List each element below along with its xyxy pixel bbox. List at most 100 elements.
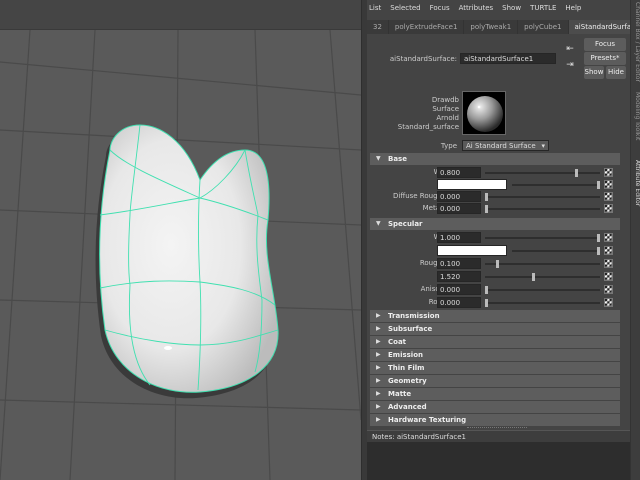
section-subsurface[interactable]: ▶ Subsurface xyxy=(370,323,620,335)
attr-slider[interactable] xyxy=(485,169,600,177)
node-tabbar: 32 polyExtrudeFace1 polyTweak1 polyCube1… xyxy=(367,20,640,34)
attr-value-field[interactable]: 0.000 xyxy=(437,191,481,202)
output-connection-icon[interactable]: ⇥ xyxy=(565,60,575,70)
expand-down-icon: ▼ xyxy=(376,155,381,162)
map-texture-icon[interactable] xyxy=(604,259,613,268)
section-transmission[interactable]: ▶ Transmission xyxy=(370,310,620,322)
side-tab-modeling-toolkit[interactable]: Modeling Toolkit xyxy=(631,92,640,140)
slider-thumb[interactable] xyxy=(532,273,535,281)
tab-partial[interactable]: 32 xyxy=(367,20,389,34)
node-name-label: aiStandardSurface: xyxy=(389,55,457,63)
expand-right-icon: ▶ xyxy=(376,377,381,384)
color-swatch[interactable] xyxy=(437,245,507,256)
swatch-desc-2: Surface xyxy=(432,105,459,113)
attr-value-field[interactable]: 0.000 xyxy=(437,284,481,295)
attr-slider[interactable] xyxy=(485,299,600,307)
expand-right-icon: ▶ xyxy=(376,416,381,423)
type-value: Ai Standard Surface xyxy=(466,142,536,150)
menu-show[interactable]: Show xyxy=(502,4,521,12)
menu-list[interactable]: List xyxy=(369,4,381,12)
slider-thumb[interactable] xyxy=(575,169,578,177)
presets-button[interactable]: Presets* xyxy=(584,52,626,65)
tab-polycube1[interactable]: polyCube1 xyxy=(518,20,569,34)
attr-slider[interactable] xyxy=(485,193,600,201)
viewport-3d[interactable] xyxy=(0,0,361,480)
menu-help[interactable]: Help xyxy=(565,4,581,12)
attr-slider[interactable] xyxy=(485,286,600,294)
attr-slider[interactable] xyxy=(485,205,600,213)
expand-right-icon: ▶ xyxy=(376,390,381,397)
expand-right-icon: ▶ xyxy=(376,364,381,371)
slider-thumb[interactable] xyxy=(485,299,488,307)
attr-slider[interactable] xyxy=(512,247,600,255)
attr-slider[interactable] xyxy=(512,181,600,189)
section-matte[interactable]: ▶ Matte xyxy=(370,388,620,400)
attr-value-field[interactable]: 0.000 xyxy=(437,297,481,308)
slider-thumb[interactable] xyxy=(597,234,600,242)
notes-value: aiStandardSurface1 xyxy=(396,433,467,441)
map-texture-icon[interactable] xyxy=(604,272,613,281)
swatch-desc-1: Drawdb xyxy=(431,96,459,104)
chevron-down-icon: ▾ xyxy=(541,142,545,150)
resize-grip[interactable] xyxy=(467,427,527,429)
hide-button[interactable]: Hide xyxy=(606,66,626,79)
attr-slider[interactable] xyxy=(485,260,600,268)
attr-value-field[interactable]: 0.800 xyxy=(437,167,481,178)
node-name-input[interactable]: aiStandardSurface1 xyxy=(460,53,556,64)
attr-value-field[interactable]: 1.000 xyxy=(437,232,481,243)
tab-polytweak1[interactable]: polyTweak1 xyxy=(464,20,519,34)
section-base[interactable]: ▼ Base xyxy=(370,153,620,165)
menu-selected[interactable]: Selected xyxy=(390,4,420,12)
section-advanced[interactable]: ▶ Advanced xyxy=(370,401,620,413)
tab-polyextrudeface1[interactable]: polyExtrudeFace1 xyxy=(389,20,465,34)
slider-thumb[interactable] xyxy=(485,286,488,294)
map-texture-icon[interactable] xyxy=(604,192,613,201)
map-texture-icon[interactable] xyxy=(604,285,613,294)
input-connection-icon[interactable]: ⇤ xyxy=(565,44,575,54)
section-hardware-texturing[interactable]: ▶ Hardware Texturing xyxy=(370,414,620,426)
map-texture-icon[interactable] xyxy=(604,204,613,213)
ae-menubar: List Selected Focus Attributes Show TURT… xyxy=(367,0,630,16)
material-swatch[interactable] xyxy=(462,91,506,135)
section-thin-film[interactable]: ▶ Thin Film xyxy=(370,362,620,374)
section-title: Coat xyxy=(388,338,407,346)
map-texture-icon[interactable] xyxy=(604,298,613,307)
attr-value-field[interactable]: 0.100 xyxy=(437,258,481,269)
attr-row: Rotation0.000 xyxy=(367,297,630,309)
section-coat[interactable]: ▶ Coat xyxy=(370,336,620,348)
attr-slider[interactable] xyxy=(485,273,600,281)
attr-row: Weight1.000 xyxy=(367,232,630,244)
viewport-toolbar[interactable] xyxy=(0,0,361,30)
side-tab-attribute-editor[interactable]: Attribute Editor xyxy=(631,160,640,206)
side-tab-channel-box[interactable]: Channel Box / Layer Editor xyxy=(631,2,640,82)
viewport-scene[interactable] xyxy=(0,0,361,480)
slider-thumb[interactable] xyxy=(485,193,488,201)
attr-value-field[interactable]: 1.520 xyxy=(437,271,481,282)
slider-thumb[interactable] xyxy=(485,205,488,213)
attr-row: Color xyxy=(367,245,630,257)
section-emission[interactable]: ▶ Emission xyxy=(370,349,620,361)
map-texture-icon[interactable] xyxy=(604,246,613,255)
attr-value-field[interactable]: 0.000 xyxy=(437,203,481,214)
focus-button[interactable]: Focus xyxy=(584,38,626,51)
swatch-desc-4: Standard_surface xyxy=(397,123,459,131)
attr-slider[interactable] xyxy=(485,234,600,242)
map-texture-icon[interactable] xyxy=(604,233,613,242)
map-texture-icon[interactable] xyxy=(604,180,613,189)
menu-focus[interactable]: Focus xyxy=(430,4,450,12)
section-geometry[interactable]: ▶ Geometry xyxy=(370,375,620,387)
type-dropdown[interactable]: Ai Standard Surface ▾ xyxy=(462,140,549,151)
expand-right-icon: ▶ xyxy=(376,325,381,332)
map-texture-icon[interactable] xyxy=(604,168,613,177)
attr-row: Weight0.800 xyxy=(367,167,630,179)
slider-thumb[interactable] xyxy=(496,260,499,268)
show-button[interactable]: Show xyxy=(584,66,604,79)
color-swatch[interactable] xyxy=(437,179,507,190)
menu-turtle[interactable]: TURTLE xyxy=(530,4,556,12)
menu-attributes[interactable]: Attributes xyxy=(459,4,494,12)
section-title: Thin Film xyxy=(388,364,425,372)
notes-textarea[interactable] xyxy=(367,442,630,480)
section-specular[interactable]: ▼ Specular xyxy=(370,218,620,230)
slider-thumb[interactable] xyxy=(597,181,600,189)
slider-thumb[interactable] xyxy=(597,247,600,255)
